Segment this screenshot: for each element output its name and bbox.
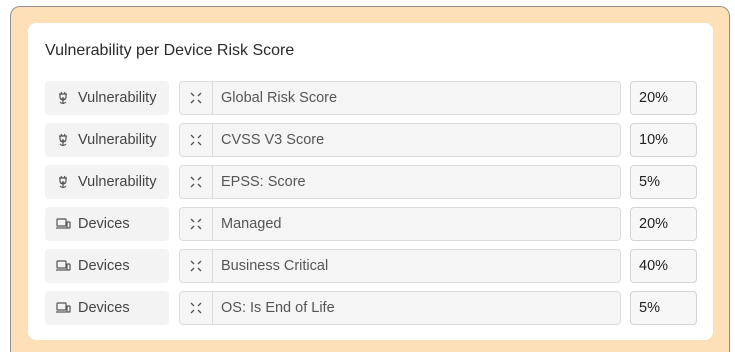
devices-icon xyxy=(55,258,71,274)
weight-input[interactable]: 20% xyxy=(630,81,697,115)
risk-score-card: Vulnerability per Device Risk Score Vuln… xyxy=(28,23,713,340)
card-title: Vulnerability per Device Risk Score xyxy=(45,42,295,59)
drag-handle-icon[interactable] xyxy=(180,208,213,240)
weight-input[interactable]: 20% xyxy=(630,207,697,241)
factor-field[interactable]: Global Risk Score xyxy=(179,81,621,115)
weight-input[interactable]: 5% xyxy=(630,291,697,325)
category-chip: Devices xyxy=(45,291,169,325)
risk-factor-row: Vulnerability EPSS: Score 5% xyxy=(45,165,697,199)
category-chip: Vulnerability xyxy=(45,81,169,115)
devices-icon xyxy=(55,216,71,232)
factor-label: Global Risk Score xyxy=(221,90,338,106)
category-chip: Devices xyxy=(45,249,169,283)
risk-factor-row: Vulnerability CVSS V3 Score 10% xyxy=(45,123,697,157)
weight-input[interactable]: 10% xyxy=(630,123,697,157)
category-chip: Vulnerability xyxy=(45,165,169,199)
category-label: Devices xyxy=(78,258,130,274)
bug-icon xyxy=(55,90,71,106)
weight-input[interactable]: 5% xyxy=(630,165,697,199)
factor-field[interactable]: EPSS: Score xyxy=(179,165,621,199)
category-chip: Vulnerability xyxy=(45,123,169,157)
category-label: Vulnerability xyxy=(78,174,157,190)
factor-label: Business Critical xyxy=(221,258,329,274)
bug-icon xyxy=(55,132,71,148)
risk-factor-row: Devices Business Critical 40% xyxy=(45,249,697,283)
drag-handle-icon[interactable] xyxy=(180,166,213,198)
drag-handle-icon[interactable] xyxy=(180,292,213,324)
risk-factor-row: Vulnerability Global Risk Score 20% xyxy=(45,81,697,115)
risk-factor-row: Devices OS: Is End of Life 5% xyxy=(45,291,697,325)
factor-field[interactable]: CVSS V3 Score xyxy=(179,123,621,157)
category-label: Vulnerability xyxy=(78,90,157,106)
category-label: Vulnerability xyxy=(78,132,157,148)
factor-field[interactable]: OS: Is End of Life xyxy=(179,291,621,325)
drag-handle-icon[interactable] xyxy=(180,124,213,156)
drag-handle-icon[interactable] xyxy=(180,250,213,282)
category-label: Devices xyxy=(78,300,130,316)
factor-field[interactable]: Business Critical xyxy=(179,249,621,283)
bug-icon xyxy=(55,174,71,190)
factor-label: OS: Is End of Life xyxy=(221,300,335,316)
risk-factor-row: Devices Managed 20% xyxy=(45,207,697,241)
factor-label: CVSS V3 Score xyxy=(221,132,325,148)
category-chip: Devices xyxy=(45,207,169,241)
factor-label: EPSS: Score xyxy=(221,174,306,190)
factor-label: Managed xyxy=(221,216,282,232)
devices-icon xyxy=(55,300,71,316)
drag-handle-icon[interactable] xyxy=(180,82,213,114)
factor-field[interactable]: Managed xyxy=(179,207,621,241)
weight-input[interactable]: 40% xyxy=(630,249,697,283)
category-label: Devices xyxy=(78,216,130,232)
